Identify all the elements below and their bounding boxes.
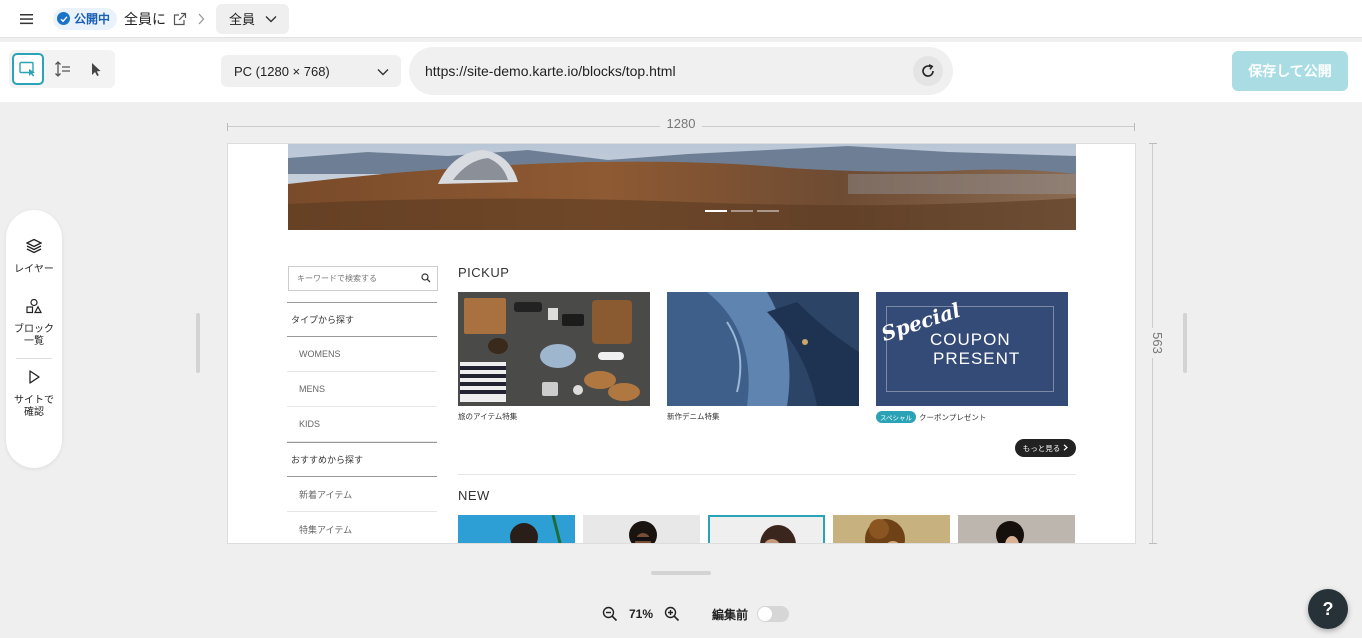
search-icon[interactable] bbox=[421, 270, 431, 288]
zoom-level: 71% bbox=[629, 607, 654, 621]
pickup-caption-text: クーポンプレゼント bbox=[919, 412, 987, 422]
side-divider bbox=[16, 358, 52, 359]
category-item-mens[interactable]: MENS bbox=[287, 372, 437, 407]
device-size-value: PC (1280 × 768) bbox=[234, 63, 330, 79]
side-item-label: ブロック 一覧 bbox=[14, 324, 54, 347]
url-bar bbox=[409, 47, 953, 95]
side-item-label: レイヤー bbox=[14, 264, 54, 275]
device-size-dropdown[interactable]: PC (1280 × 768) bbox=[221, 55, 401, 87]
layers-icon bbox=[25, 238, 43, 258]
edit-mode-group bbox=[9, 50, 115, 88]
hamburger-menu-icon[interactable] bbox=[15, 7, 39, 31]
pointer-tool-icon[interactable] bbox=[80, 53, 112, 85]
zoom-in-icon[interactable] bbox=[662, 604, 682, 624]
site-search-box bbox=[288, 266, 438, 291]
see-more-button[interactable]: もっと見る bbox=[1015, 439, 1076, 457]
pickup-card-coupon[interactable]: Special COUPON PRESENT スペシャル クーポンプレゼント bbox=[876, 292, 1068, 423]
top-bar: 公開中 全員に 全員 bbox=[0, 0, 1362, 38]
new-item-image[interactable] bbox=[583, 515, 700, 543]
side-item-blocks[interactable]: ブロック 一覧 bbox=[6, 298, 62, 348]
new-heading: NEW bbox=[458, 488, 490, 503]
segment-dropdown-value: 全員 bbox=[229, 12, 256, 27]
pickup-heading: PICKUP bbox=[458, 265, 510, 280]
zoom-out-icon[interactable] bbox=[600, 604, 620, 624]
coupon-banner: Special COUPON PRESENT bbox=[876, 292, 1068, 406]
url-input[interactable] bbox=[425, 63, 913, 79]
see-more-label: もっと見る bbox=[1022, 443, 1061, 453]
category-type-heading: タイプから探す bbox=[287, 302, 437, 337]
chevron-down-icon bbox=[265, 11, 277, 26]
canvas-height-label: 563 bbox=[1145, 328, 1165, 358]
chevron-down-icon bbox=[377, 64, 389, 79]
reload-icon[interactable] bbox=[913, 56, 943, 86]
zoom-controls: 71% 編集前 bbox=[600, 603, 790, 625]
resize-handle-right[interactable] bbox=[1183, 313, 1187, 373]
before-edit-toggle[interactable] bbox=[757, 606, 790, 622]
hero-banner-image[interactable] bbox=[288, 144, 1076, 230]
save-and-publish-button[interactable]: 保存して公開 bbox=[1232, 51, 1348, 91]
site-preview-frame[interactable]: タイプから探す WOMENS MENS KIDS おすすめから探す 新着アイテム… bbox=[227, 143, 1136, 544]
new-item-image-selected[interactable] bbox=[708, 515, 825, 543]
pickup-caption: スペシャル クーポンプレゼント bbox=[876, 411, 1068, 423]
chevron-right-icon bbox=[1063, 443, 1069, 453]
pickup-card-travel[interactable]: 旅のアイテム特集 bbox=[458, 292, 650, 422]
resize-spacing-tool-icon[interactable] bbox=[46, 53, 78, 85]
carousel-indicator[interactable] bbox=[705, 210, 779, 212]
play-icon bbox=[27, 369, 41, 389]
new-item-image[interactable] bbox=[833, 515, 950, 543]
category-nav: タイプから探す WOMENS MENS KIDS おすすめから探す 新着アイテム… bbox=[287, 302, 437, 543]
reco-item-feature[interactable]: 特集アイテム bbox=[287, 512, 437, 543]
side-item-preview-site[interactable]: サイトで 確認 bbox=[6, 369, 62, 419]
canvas-width-label: 1280 bbox=[660, 116, 702, 131]
select-element-tool-icon[interactable] bbox=[12, 53, 44, 85]
segment-dropdown[interactable]: 全員 bbox=[216, 3, 290, 34]
chevron-right-icon bbox=[197, 12, 209, 26]
coupon-line1: COUPON bbox=[930, 330, 1011, 349]
category-item-womens[interactable]: WOMENS bbox=[287, 337, 437, 372]
before-edit-label: 編集前 bbox=[712, 607, 749, 622]
help-button[interactable]: ? bbox=[1308, 589, 1348, 629]
category-item-kids[interactable]: KIDS bbox=[287, 407, 437, 442]
category-reco-heading: おすすめから探す bbox=[287, 442, 437, 477]
site-search-input[interactable] bbox=[297, 274, 421, 283]
segment-title: 全員に bbox=[124, 10, 167, 27]
new-item-image[interactable] bbox=[958, 515, 1075, 543]
pickup-caption: 旅のアイテム特集 bbox=[458, 411, 650, 422]
editor-toolbar: PC (1280 × 768) 保存して公開 bbox=[0, 42, 1362, 102]
pickup-card-denim[interactable]: 新作デニム特集 bbox=[667, 292, 859, 422]
section-divider bbox=[458, 474, 1076, 475]
new-item-image[interactable] bbox=[458, 515, 575, 543]
pickup-caption-text: 旅のアイテム特集 bbox=[458, 412, 518, 421]
check-circle-icon bbox=[57, 12, 70, 25]
reco-item-new[interactable]: 新着アイテム bbox=[287, 477, 437, 512]
coupon-line2: PRESENT bbox=[933, 349, 1021, 368]
external-link-icon[interactable] bbox=[173, 11, 189, 27]
resize-handle-bottom[interactable] bbox=[651, 571, 711, 575]
left-side-panel: レイヤー ブロック 一覧 サイトで 確認 bbox=[6, 210, 62, 468]
denim-image bbox=[667, 292, 859, 406]
status-badge: 公開中 bbox=[53, 7, 118, 30]
pickup-caption-text: 新作デニム特集 bbox=[667, 412, 720, 421]
resize-handle-left[interactable] bbox=[196, 313, 200, 373]
blocks-icon bbox=[26, 298, 42, 318]
side-item-layers[interactable]: レイヤー bbox=[6, 238, 62, 276]
travel-items-image bbox=[458, 292, 650, 406]
pickup-caption: 新作デニム特集 bbox=[667, 411, 859, 422]
status-label: 公開中 bbox=[74, 12, 111, 26]
side-item-label: サイトで 確認 bbox=[14, 395, 54, 418]
special-badge: スペシャル bbox=[876, 411, 917, 423]
